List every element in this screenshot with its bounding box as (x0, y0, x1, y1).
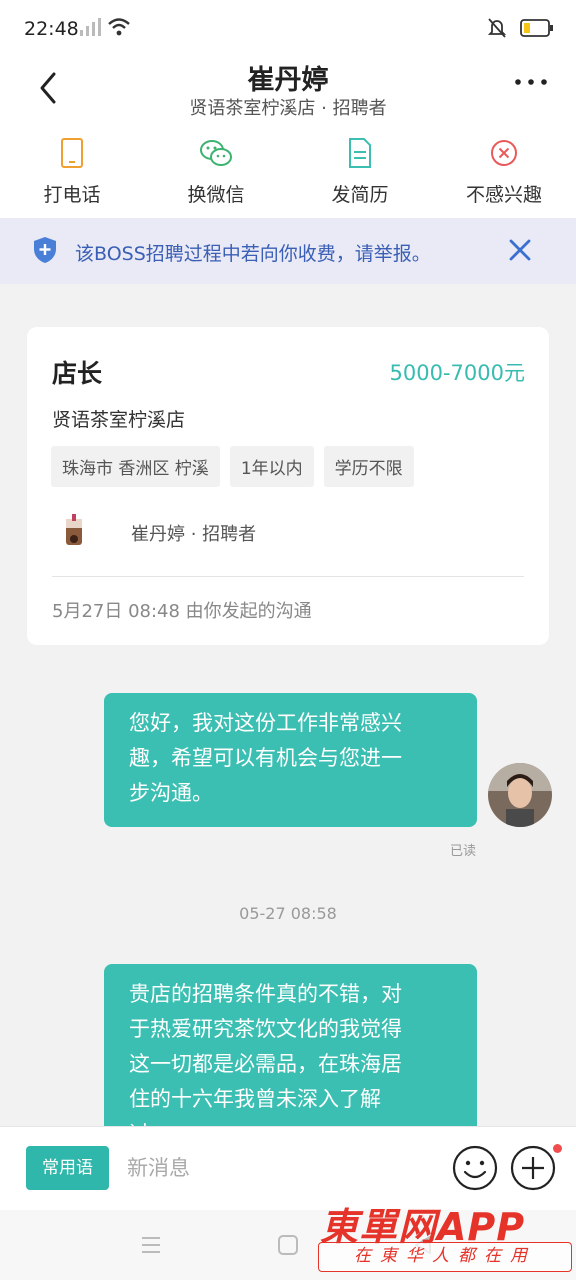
status-bar: 22:48 (0, 0, 576, 58)
mute-bell-icon (488, 18, 506, 38)
not-interested-label: 不感兴趣 (465, 184, 542, 206)
notice-text[interactable]: 该BOSS招聘过程中若向你收费，请举报。 (75, 239, 431, 266)
send-resume-button[interactable]: 发简历 (288, 126, 432, 218)
message-input[interactable] (127, 1149, 427, 1187)
job-card[interactable]: 店长 5000-7000元 贤语茶室柠溪店 珠海市 香洲区 柠溪 1年以内 学历… (27, 327, 549, 645)
message-line: 于热爱研究茶饮文化的我觉得 (129, 1017, 402, 1041)
site-watermark: 東單网APP 在東华人都在用 (318, 1196, 572, 1278)
call-button[interactable]: 打电话 (0, 126, 144, 218)
job-tag: 学历不限 (323, 446, 414, 487)
wechat-icon (199, 136, 233, 170)
job-salary: 5000-7000元 (389, 361, 525, 385)
job-title: 店长 (52, 359, 103, 388)
chat-header: 崔丹婷 贤语茶室柠溪店 · 招聘者 (0, 58, 576, 126)
close-icon[interactable] (507, 237, 533, 263)
recruiter-avatar (66, 514, 82, 545)
job-tag: 珠海市 香洲区 柠溪 (51, 446, 220, 487)
home-icon[interactable] (277, 1234, 299, 1256)
job-tags: 珠海市 香洲区 柠溪 1年以内 学历不限 (51, 446, 414, 487)
report-notice-banner: 该BOSS招聘过程中若向你收费，请举报。 (0, 218, 576, 284)
conversation-start-note: 5月27日 08:48 由你发起的沟通 (52, 601, 312, 622)
phone-icon (55, 136, 89, 170)
watermark-slogan: 在東华人都在用 (318, 1242, 572, 1272)
not-interested-button[interactable]: 不感兴趣 (432, 126, 576, 218)
menu-icon[interactable] (140, 1235, 162, 1255)
battery-icon (520, 19, 553, 37)
quick-phrases-button[interactable]: 常用语 (26, 1146, 109, 1190)
status-time: 22:48 (24, 18, 79, 40)
exchange-wechat-button[interactable]: 换微信 (144, 126, 288, 218)
message-line: 住的十六年我曾未深入了解 (129, 1087, 381, 1111)
user-avatar[interactable] (488, 763, 552, 827)
message-line: 步沟通。 (129, 781, 213, 805)
sent-message-bubble[interactable]: 您好，我对这份工作非常感兴 趣，希望可以有机会与您进一 步沟通。 (104, 693, 477, 827)
job-tag: 1年以内 (229, 446, 314, 487)
message-line: 贵店的招聘条件真的不错，对 (129, 982, 402, 1006)
shield-icon (34, 237, 56, 263)
message-line: 这一切都是必需品，在珠海居 (129, 1052, 402, 1076)
more-options-icon[interactable] (514, 72, 548, 92)
signal-icons (80, 18, 130, 36)
message-line: 您好，我对这份工作非常感兴 (129, 711, 402, 735)
status-right (488, 18, 554, 38)
not-interested-icon (487, 136, 521, 170)
wechat-label: 换微信 (187, 184, 245, 206)
job-company: 贤语茶室柠溪店 (52, 409, 186, 431)
resume-icon (343, 136, 377, 170)
message-timestamp: 05-27 08:58 (239, 904, 337, 923)
contact-name: 崔丹婷 (247, 65, 329, 96)
recruiter-name: 崔丹婷 · 招聘者 (131, 524, 257, 545)
notification-dot (553, 1144, 562, 1153)
plus-icon[interactable] (510, 1145, 556, 1191)
read-receipt: 已读 (450, 844, 477, 859)
signal-icon (80, 18, 101, 36)
wifi-icon (108, 18, 130, 36)
message-line: 趣，希望可以有机会与您进一 (129, 746, 402, 770)
resume-label: 发简历 (331, 184, 389, 206)
contact-subtitle: 贤语茶室柠溪店 · 招聘者 (189, 98, 387, 119)
action-row: 打电话 换微信 发简历 不感兴趣 (0, 126, 576, 218)
emoji-icon[interactable] (452, 1145, 498, 1191)
card-divider (52, 576, 524, 577)
call-label: 打电话 (43, 184, 101, 206)
